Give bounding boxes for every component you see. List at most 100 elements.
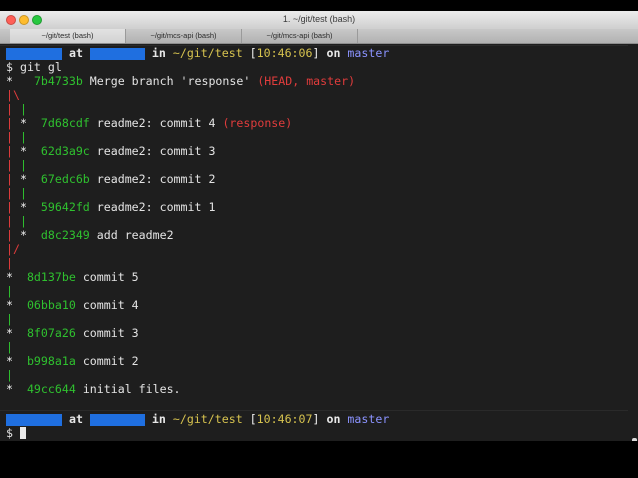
graph-node: * xyxy=(6,74,13,88)
commit-hash: 8f07a26 xyxy=(26,326,76,340)
prompt-line: xx at xx in ~/git/test [10:46:07] on mas… xyxy=(6,412,389,426)
commit-message: readme2: commit 3 xyxy=(96,144,216,158)
commit-hash: 67edc6b xyxy=(40,172,90,186)
commit-message: commit 2 xyxy=(82,354,139,368)
graph-node: * xyxy=(6,326,13,340)
tab-mcs-api-1[interactable]: ~/git/mcs-api (bash) xyxy=(126,29,242,43)
graph-pipe: | xyxy=(6,116,13,130)
prompt-path: ~/git/test xyxy=(172,46,243,60)
commit-message: readme2: commit 4 xyxy=(96,116,216,130)
log-line: * 8f07a26 commit 3 xyxy=(6,326,139,340)
commit-message: commit 4 xyxy=(82,298,139,312)
prompt-on: on xyxy=(326,412,341,426)
graph-node: * xyxy=(6,382,13,396)
log-line: * b998a1a commit 2 xyxy=(6,354,139,368)
graph-pipe: | xyxy=(6,130,13,144)
graph-pipe: | xyxy=(6,340,13,354)
commit-hash: 59642fd xyxy=(40,200,90,214)
graph-pipe: | xyxy=(6,200,13,214)
graph-pipe: | xyxy=(19,130,27,144)
commit-message: commit 5 xyxy=(82,270,139,284)
title-bar[interactable]: 1. ~/git/test (bash) xyxy=(0,11,638,29)
graph-pipe: | xyxy=(6,312,13,326)
commit-hash: b998a1a xyxy=(26,354,76,368)
commit-message: readme2: commit 2 xyxy=(96,172,216,186)
graph-pipe: | xyxy=(19,158,27,172)
graph-line: | | xyxy=(6,214,27,228)
graph-line: | | xyxy=(6,102,27,116)
graph-pipe: | xyxy=(19,186,27,200)
tab-git-test[interactable]: ~/git/test (bash) xyxy=(10,29,126,43)
commit-hash: 62d3a9c xyxy=(40,144,90,158)
graph-node: * xyxy=(6,354,13,368)
prompt-branch: master xyxy=(347,46,390,60)
graph-node: * xyxy=(19,200,27,214)
prompt-on: on xyxy=(326,46,341,60)
redacted-user: xx xyxy=(6,48,62,60)
graph-pipe: | xyxy=(6,158,13,172)
redacted-host: xx xyxy=(89,48,145,60)
input-line[interactable]: $ xyxy=(6,426,26,440)
graph-pipe: | xyxy=(6,368,13,382)
graph-pipe: | xyxy=(6,256,13,270)
prompt-at: at xyxy=(68,412,83,426)
graph-node: * xyxy=(19,172,27,186)
commit-message: initial files. xyxy=(82,382,181,396)
log-line: | * 59642fd readme2: commit 1 xyxy=(6,200,215,214)
graph-branch-open: |\ xyxy=(6,88,20,102)
graph-node: * xyxy=(19,228,27,242)
graph-pipe: | xyxy=(19,102,27,116)
commit-message: commit 3 xyxy=(82,326,139,340)
log-line: * 49cc644 initial files. xyxy=(6,382,181,396)
commit-hash: 7d68cdf xyxy=(40,116,90,130)
graph-node: * xyxy=(6,270,13,284)
graph-pipe: | xyxy=(6,228,13,242)
commit-message: readme2: commit 1 xyxy=(96,200,216,214)
commit-hash: 06bba10 xyxy=(26,298,76,312)
graph-line: | | xyxy=(6,186,27,200)
prompt-time: 10:46:06 xyxy=(256,46,313,60)
prompt-line: xx at xx in ~/git/test [10:46:06] on mas… xyxy=(6,46,389,60)
prompt-in: in xyxy=(151,46,166,60)
prompt-time: 10:46:07 xyxy=(256,412,313,426)
graph-node: * xyxy=(19,144,27,158)
tab-mcs-api-2[interactable]: ~/git/mcs-api (bash) xyxy=(242,29,358,43)
graph-pipe: | xyxy=(6,144,13,158)
graph-node: * xyxy=(6,298,13,312)
commit-hash: 8d137be xyxy=(26,270,76,284)
prompt-at: at xyxy=(68,46,83,60)
redacted-user: xx xyxy=(6,414,62,426)
graph-pipe: | xyxy=(6,102,13,116)
commit-refs: (HEAD, master) xyxy=(257,74,356,88)
command-line: $ git gl xyxy=(6,60,62,74)
graph-branch-close: |/ xyxy=(6,242,20,256)
log-line: * 06bba10 commit 4 xyxy=(6,298,139,312)
prompt-in: in xyxy=(151,412,166,426)
scrollbar-thumb[interactable] xyxy=(632,438,637,441)
terminal-output[interactable]: xx at xx in ~/git/test [10:46:06] on mas… xyxy=(0,44,628,441)
graph-pipe: | xyxy=(19,214,27,228)
shell-prompt: $ xyxy=(6,426,13,440)
prompt-path: ~/git/test xyxy=(172,412,243,426)
graph-pipe: | xyxy=(6,172,13,186)
commit-hash: 49cc644 xyxy=(26,382,76,396)
graph-pipe: | xyxy=(6,186,13,200)
text-cursor xyxy=(19,427,26,439)
commit-hash: 7b4733b xyxy=(33,74,83,88)
graph-line: | | xyxy=(6,158,27,172)
window-title: 1. ~/git/test (bash) xyxy=(282,14,356,24)
commit-message: Merge branch 'response' xyxy=(89,74,251,88)
graph-line: | | xyxy=(6,130,27,144)
log-line: | * d8c2349 add readme2 xyxy=(6,228,174,242)
log-line-merge: * 7b4733b Merge branch 'response' (HEAD,… xyxy=(6,74,355,88)
log-line: | * 67edc6b readme2: commit 2 xyxy=(6,172,215,186)
graph-node: * xyxy=(19,116,27,130)
redacted-host: xx xyxy=(89,414,145,426)
log-line: * 8d137be commit 5 xyxy=(6,270,139,284)
log-line: | * 7d68cdf readme2: commit 4 (response) xyxy=(6,116,292,130)
commit-message: add readme2 xyxy=(96,228,174,242)
commit-refs: (response) xyxy=(222,116,293,130)
commit-hash: d8c2349 xyxy=(40,228,90,242)
prompt-branch: master xyxy=(347,412,390,426)
graph-pipe: | xyxy=(6,214,13,228)
